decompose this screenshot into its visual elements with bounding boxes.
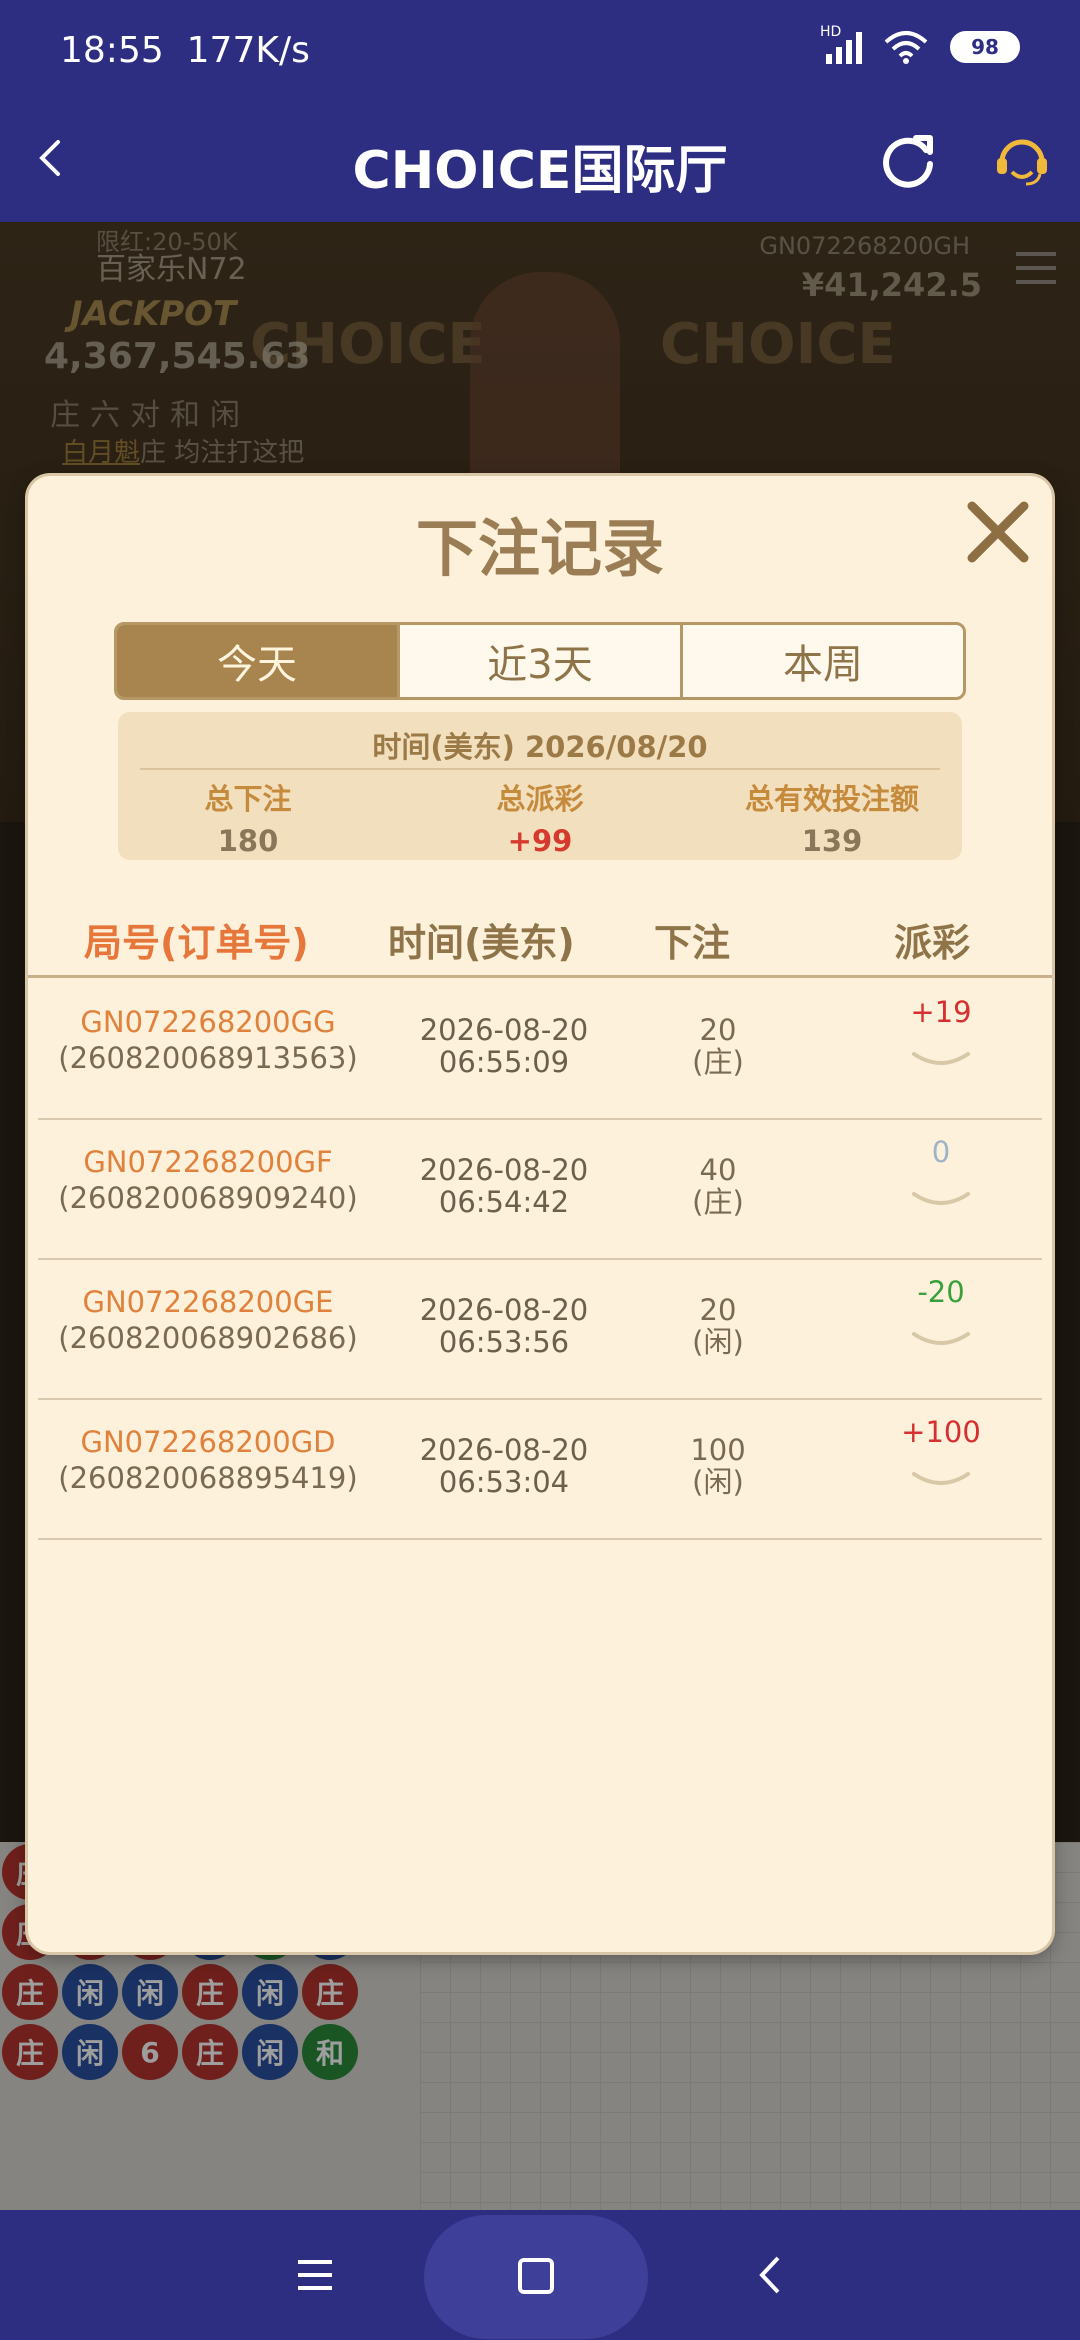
valid-bet-label: 总有效投注额	[744, 782, 919, 816]
chevron-down-icon[interactable]	[910, 1470, 972, 1490]
bet-amount: 100	[690, 1433, 746, 1467]
payout-cell: +19	[876, 996, 1006, 1070]
home-button[interactable]	[518, 2258, 554, 2294]
payout-value: +19	[910, 995, 972, 1029]
payout-cell: +100	[876, 1416, 1006, 1490]
bet-amount: 40	[699, 1153, 737, 1187]
summary-panel: 时间(美东) 2026/08/20 总下注 180 总派彩 +99 总有效投注额…	[118, 712, 962, 860]
order-id: (260820068895419)	[58, 1461, 358, 1495]
chevron-down-icon[interactable]	[910, 1050, 972, 1070]
payout-value: +100	[901, 1415, 981, 1449]
round-id: GN072268200GE	[82, 1285, 334, 1319]
round-id: GN072268200GF	[83, 1145, 333, 1179]
status-time: 18:55 177K/s	[60, 30, 310, 71]
payout-value: -20	[917, 1275, 965, 1309]
date-range-tabs: 今天 近3天 本周	[114, 622, 966, 700]
time-cell: 2026-08-20 06:53:04	[382, 1434, 626, 1498]
refresh-button[interactable]	[876, 128, 940, 192]
round-cell: GN072268200GE (260820068902686)	[38, 1286, 378, 1354]
wifi-icon	[884, 31, 928, 64]
bet-cell: 40 (庄)	[638, 1154, 798, 1218]
system-nav-bar	[0, 2210, 1080, 2340]
round-id: GN072268200GG	[80, 1005, 336, 1039]
payout-cell: -20	[876, 1276, 1006, 1350]
bet-side: (闲)	[692, 1325, 744, 1359]
valid-bet: 总有效投注额 139	[702, 776, 962, 858]
total-bet-label: 总下注	[204, 782, 292, 816]
bet-date: 2026-08-20	[419, 1433, 589, 1467]
payout-value: 0	[931, 1135, 951, 1169]
total-payout-label: 总派彩	[496, 782, 584, 816]
round-id: GN072268200GD	[80, 1425, 336, 1459]
table-row[interactable]: GN072268200GE (260820068902686) 2026-08-20…	[38, 1260, 1042, 1400]
round-cell: GN072268200GG (260820068913563)	[38, 1006, 378, 1074]
bet-time: 06:55:09	[438, 1045, 570, 1079]
tab-last-3-days[interactable]: 近3天	[400, 625, 683, 697]
bet-side: (闲)	[692, 1465, 744, 1499]
column-bet: 下注	[654, 921, 731, 965]
network-type-label: HD	[820, 24, 842, 40]
status-bar: 18:55 177K/s HD 98	[0, 0, 1080, 100]
bet-amount: 20	[699, 1013, 737, 1047]
table-row[interactable]: GN072268200GD (260820068895419) 2026-08-20…	[38, 1400, 1042, 1540]
bet-time: 06:54:42	[438, 1185, 570, 1219]
close-icon[interactable]	[958, 492, 1038, 572]
round-cell: GN072268200GD (260820068895419)	[38, 1426, 378, 1494]
order-id: (260820068909240)	[58, 1181, 358, 1215]
bet-date: 2026-08-20	[419, 1013, 589, 1047]
total-bet-value: 180	[217, 824, 279, 858]
modal-title: 下注记录	[415, 512, 664, 585]
column-time: 时间(美东)	[388, 921, 575, 965]
bet-date: 2026-08-20	[419, 1153, 589, 1187]
time-cell: 2026-08-20 06:55:09	[382, 1014, 626, 1078]
round-cell: GN072268200GF (260820068909240)	[38, 1146, 378, 1214]
total-bet: 总下注 180	[118, 776, 378, 858]
payout-cell: 0	[876, 1136, 1006, 1210]
time-cell: 2026-08-20 06:54:42	[382, 1154, 626, 1218]
bet-cell: 100 (闲)	[638, 1434, 798, 1498]
bet-side: (庄)	[692, 1185, 744, 1219]
app-header: CHOICE国际厅	[0, 100, 1080, 222]
bet-amount: 20	[699, 1293, 737, 1327]
order-id: (260820068902686)	[58, 1321, 358, 1355]
table-header: 局号(订单号) 时间(美东) 下注 派彩	[28, 912, 1052, 978]
customer-service-icon[interactable]	[990, 128, 1054, 192]
summary-divider	[140, 768, 940, 770]
recent-apps-button[interactable]	[292, 2252, 338, 2298]
bet-history-modal: 下注记录 今天 近3天 本周 时间(美东) 2026/08/20 总下注 180…	[28, 476, 1052, 1952]
bet-time: 06:53:04	[438, 1465, 570, 1499]
column-payout: 派彩	[894, 921, 971, 965]
tab-this-week[interactable]: 本周	[683, 625, 963, 697]
bet-date: 2026-08-20	[419, 1293, 589, 1327]
bet-cell: 20 (庄)	[638, 1014, 798, 1078]
table-row[interactable]: GN072268200GF (260820068909240) 2026-08-20…	[38, 1120, 1042, 1260]
summary-date: 时间(美东) 2026/08/20	[372, 730, 708, 764]
tab-today[interactable]: 今天	[117, 625, 400, 697]
table-row[interactable]: GN072268200GG (260820068913563) 2026-08-20…	[38, 980, 1042, 1120]
order-id: (260820068913563)	[58, 1041, 358, 1075]
bet-time: 06:53:56	[438, 1325, 570, 1359]
chevron-down-icon[interactable]	[910, 1330, 972, 1350]
time-cell: 2026-08-20 06:53:56	[382, 1294, 626, 1358]
system-back-button[interactable]	[748, 2252, 794, 2298]
bet-cell: 20 (闲)	[638, 1294, 798, 1358]
valid-bet-value: 139	[801, 824, 863, 858]
chevron-down-icon[interactable]	[910, 1190, 972, 1210]
battery-indicator: 98	[950, 31, 1020, 63]
column-round: 局号(订单号)	[84, 921, 309, 965]
status-icons: HD 98	[820, 24, 1020, 64]
bet-side: (庄)	[692, 1045, 744, 1079]
total-payout-value: +99	[507, 824, 573, 858]
total-payout: 总派彩 +99	[410, 776, 670, 858]
